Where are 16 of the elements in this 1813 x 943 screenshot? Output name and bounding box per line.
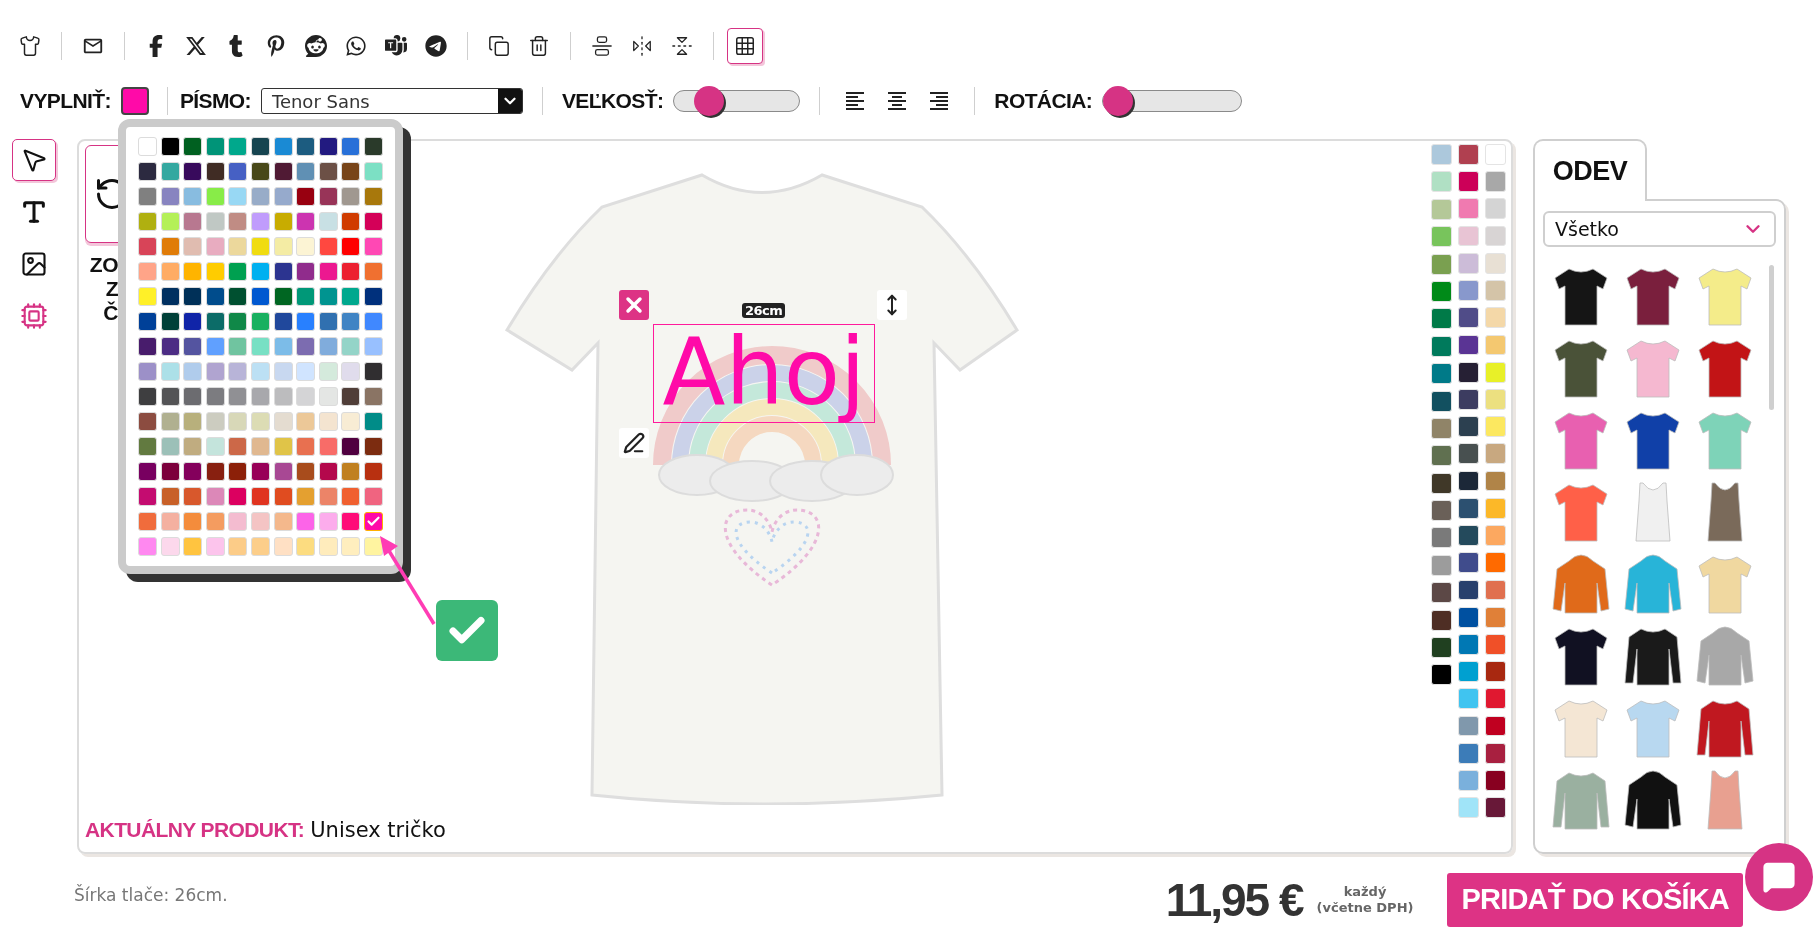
product-label: AKTUÁLNY PRODUKT: (85, 818, 305, 842)
font-label: PÍSMO: (179, 89, 251, 113)
category-select[interactable]: Všetko (1543, 211, 1776, 247)
size-label: VEĽKOSŤ: (561, 89, 664, 113)
category-tab[interactable]: ODEV (1533, 139, 1647, 201)
width-label: 26cm (742, 303, 786, 318)
add-to-cart-button[interactable]: PRIDAŤ DO KOŠÍKA (1447, 872, 1743, 927)
view-toggle-label: ZO Z Č (88, 253, 118, 325)
product-name: Unisex tričko (310, 818, 446, 842)
price: 11,95 € (1165, 872, 1303, 927)
font-select[interactable]: Tenor Sans (260, 88, 523, 114)
fill-label: VYPLNIŤ: (20, 89, 111, 113)
price-note: (včetne DPH) (1316, 899, 1414, 916)
rotation-label: ROTÁCIA: (994, 89, 1093, 113)
print-width-text: Šírka tlače: 26cm. (74, 884, 228, 905)
price-note: každý (1343, 883, 1387, 900)
